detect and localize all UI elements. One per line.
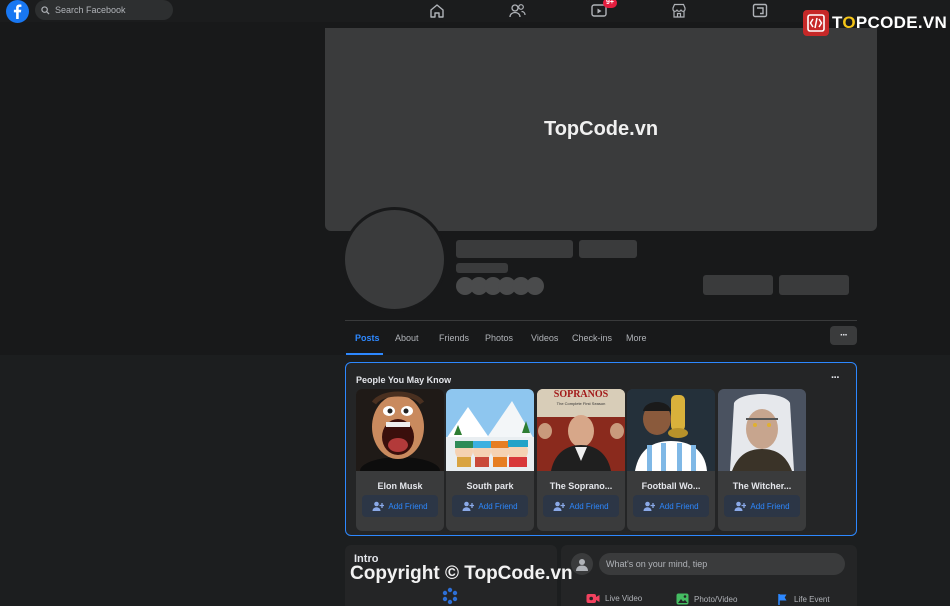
add-friend-icon [734,501,747,511]
person-name[interactable]: Football Wo... [627,481,715,491]
tab-check-ins[interactable]: Check-ins [572,333,612,343]
add-friend-label: Add Friend [388,501,428,511]
brand-letter-o: O [842,13,856,32]
photo-video-button[interactable]: Photo/Video [676,593,737,605]
add-friend-icon [553,501,566,511]
add-friend-button[interactable]: Add Friend [452,495,528,517]
topcode-logo-icon [803,10,829,36]
add-friend-label: Add Friend [659,501,699,511]
marketplace-icon[interactable] [670,2,688,19]
show-title-text: SOPRANOS [553,389,609,400]
pymk-title: People You May Know [356,375,452,385]
add-friend-icon [372,501,385,511]
tab-videos[interactable]: Videos [531,333,558,343]
search-bar[interactable] [35,0,173,20]
brand-letter-t: T [832,13,843,32]
status-input[interactable] [599,553,845,575]
action-button-placeholder[interactable] [779,275,849,295]
friends-icon[interactable] [508,2,526,19]
person-name[interactable]: Elon Musk [356,481,444,491]
facebook-logo-icon[interactable] [6,0,29,23]
show-subtitle-text: The Complete First Season [556,401,606,406]
loading-spinner-icon [442,587,458,605]
add-friend-label: Add Friend [569,501,609,511]
add-friend-label: Add Friend [478,501,518,511]
person-name[interactable]: The Soprano... [537,481,625,491]
tab-more[interactable]: More [626,333,647,343]
person-photo[interactable] [446,389,534,471]
search-icon [41,5,50,15]
person-name[interactable]: South park [446,481,534,491]
live-video-icon [586,594,600,603]
brand-letter-rest: PCODE.VN [855,13,948,32]
active-tab-indicator [346,353,383,355]
topcode-brand-logo: TOPCODE.VN [803,9,947,37]
add-friend-icon [462,501,475,511]
person-photo[interactable] [356,389,444,471]
pymk-menu-button[interactable]: ··· [831,372,840,384]
add-friend-label: Add Friend [750,501,790,511]
add-friend-icon [643,501,656,511]
pymk-card[interactable]: Elon Musk Add Friend [356,389,444,531]
search-input[interactable] [55,5,165,15]
life-event-button[interactable]: Life Event [777,593,830,605]
person-photo[interactable] [627,389,715,471]
photo-video-icon [676,593,689,605]
copyright-watermark: Copyright © TopCode.vn [350,563,573,584]
live-video-button[interactable]: Live Video [586,593,642,604]
home-icon[interactable] [428,2,446,19]
tabs-divider [345,320,857,321]
tab-photos[interactable]: Photos [485,333,513,343]
profile-name-placeholder [456,240,573,258]
live-video-label: Live Video [605,594,643,603]
pymk-card[interactable]: SOPRANOS The Complete First Season The S… [537,389,625,531]
people-you-may-know-panel: People You May Know ··· Elon Musk Add Fr… [345,362,857,536]
profile-more-options-button[interactable]: ··· [830,326,857,345]
tab-posts[interactable]: Posts [355,333,380,343]
pymk-card[interactable]: The Witcher... Add Friend [718,389,806,531]
add-friend-button[interactable]: Add Friend [633,495,709,517]
action-button-placeholder[interactable] [703,275,773,295]
cover-photo[interactable]: TopCode.vn [325,28,877,231]
life-event-flag-icon [778,594,787,605]
person-photo[interactable] [718,389,806,471]
add-friend-button[interactable]: Add Friend [724,495,800,517]
profile-nickname-placeholder [579,240,637,258]
topcode-brand-text: TOPCODE.VN [832,13,947,33]
life-event-label: Life Event [794,594,830,604]
add-friend-button[interactable]: Add Friend [543,495,619,517]
tab-friends[interactable]: Friends [439,333,469,343]
post-composer: Live Video Photo/Video Life Event [561,545,857,606]
friend-count-placeholder [456,263,508,273]
tab-about[interactable]: About [395,333,419,343]
pymk-card[interactable]: Football Wo... Add Friend [627,389,715,531]
groups-icon[interactable] [751,2,769,19]
user-avatar-icon [576,559,588,571]
person-name[interactable]: The Witcher... [718,481,806,491]
photo-video-label: Photo/Video [694,594,738,604]
profile-avatar[interactable] [342,207,447,312]
add-friend-button[interactable]: Add Friend [362,495,438,517]
watch-notification-badge: 9+ [603,0,617,8]
composer-avatar[interactable] [571,553,593,575]
friend-avatar-placeholder [526,277,544,295]
pymk-card[interactable]: South park Add Friend [446,389,534,531]
person-photo[interactable]: SOPRANOS The Complete First Season [537,389,625,471]
cover-watermark: TopCode.vn [543,118,659,140]
